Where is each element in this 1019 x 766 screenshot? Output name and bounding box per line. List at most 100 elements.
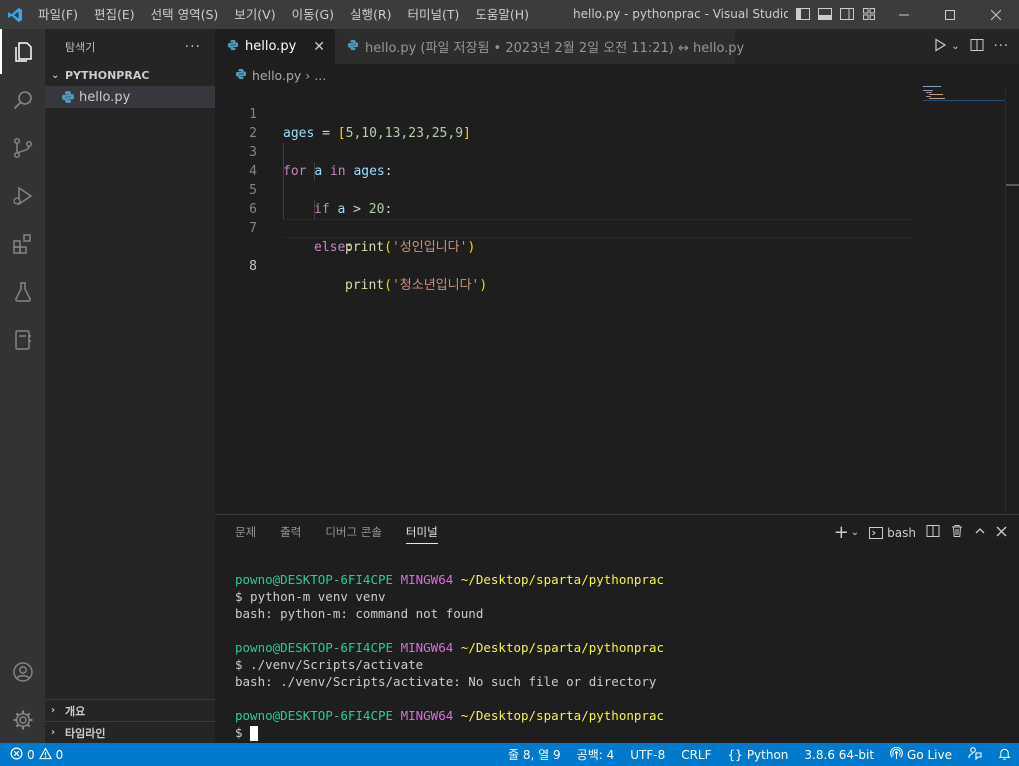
testing-flask-icon[interactable]	[0, 269, 45, 314]
split-editor-icon[interactable]	[970, 38, 984, 56]
python-file-icon	[61, 90, 77, 104]
python-file-icon	[235, 68, 247, 83]
menu-file[interactable]: 파일(F)	[30, 0, 86, 29]
kill-terminal-trash-icon[interactable]	[950, 524, 964, 541]
code-token: else	[314, 240, 346, 255]
maximize-icon[interactable]	[927, 0, 973, 29]
minimap[interactable]	[923, 86, 1005, 106]
terminal-user-host: powno@DESKTOP-6FI4CPE	[235, 572, 394, 587]
toggle-panel-icon[interactable]	[817, 6, 833, 22]
menu-go[interactable]: 이동(G)	[284, 0, 342, 29]
notebook-icon[interactable]	[0, 317, 45, 362]
code-token: (	[384, 278, 392, 293]
file-name: hello.py	[79, 89, 131, 105]
terminal-shell-selector[interactable]: bash	[869, 526, 916, 540]
terminal-user-host: powno@DESKTOP-6FI4CPE	[235, 640, 394, 655]
terminal-output-line: bash: ./venv/Scripts/activate: No such f…	[235, 674, 657, 689]
problems-status[interactable]: 0 0	[0, 746, 64, 763]
toggle-primary-sidebar-icon[interactable]	[795, 6, 811, 22]
menu-terminal[interactable]: 터미널(T)	[400, 0, 468, 29]
menu-help[interactable]: 도움말(H)	[467, 0, 537, 29]
indent-guide	[314, 200, 315, 219]
outline-section-header[interactable]: › 개요	[45, 699, 215, 721]
overview-ruler[interactable]	[1005, 86, 1019, 514]
code-token: )	[479, 278, 488, 293]
terminal-output[interactable]: powno@DESKTOP-6FI4CPE MINGW64 ~/Desktop/…	[235, 571, 664, 741]
chevron-down-icon[interactable]: ⌄	[851, 527, 859, 538]
menu-selection[interactable]: 선택 영역(S)	[143, 0, 227, 29]
braces-icon: {}	[727, 747, 743, 762]
tab-terminal[interactable]: 터미널	[405, 515, 438, 550]
more-actions-icon[interactable]: ···	[185, 39, 201, 55]
indentation[interactable]: 공백: 4	[569, 746, 623, 763]
tab-debug-console[interactable]: 디버그 콘솔	[325, 515, 382, 550]
tab-problems[interactable]: 문제	[235, 515, 256, 550]
maximize-panel-chevron-up-icon[interactable]	[974, 525, 986, 540]
close-window-icon[interactable]	[973, 0, 1019, 29]
notifications-bell-icon[interactable]	[990, 747, 1019, 763]
extensions-icon[interactable]	[0, 221, 45, 266]
terminal-blank	[235, 690, 664, 707]
explorer-header: 탐색기	[65, 40, 96, 54]
run-debug-icon[interactable]	[0, 173, 45, 218]
feedback-icon[interactable]	[960, 746, 990, 763]
editor-tabs: hello.py ✕ hello.py (파일 저장됨 • 2023년 2월 2…	[215, 29, 1019, 64]
code-token: print	[345, 278, 385, 293]
editor-area: hello.py ✕ hello.py (파일 저장됨 • 2023년 2월 2…	[215, 29, 1019, 514]
file-item-hello-py[interactable]: hello.py	[45, 86, 215, 108]
code-editor[interactable]: 1 ages = [5,10,13,23,25,9] 2 3 for a in …	[215, 86, 915, 293]
more-actions-icon[interactable]: ···	[994, 39, 1009, 54]
menu-edit[interactable]: 편집(E)	[86, 0, 143, 29]
terminal-input-line[interactable]: $	[235, 724, 664, 741]
code-token: (	[384, 240, 392, 255]
tab-hello-py-compare[interactable]: hello.py (파일 저장됨 • 2023년 2월 2일 오전 11:21)…	[335, 29, 744, 64]
breadcrumb-more[interactable]: ...	[314, 68, 326, 83]
current-line-highlight	[283, 219, 915, 238]
chevron-right-icon: ›	[305, 67, 311, 83]
encoding[interactable]: UTF-8	[622, 748, 673, 762]
status-bar: 0 0 줄 8, 열 9 공백: 4 UTF-8 CRLF {} Python …	[0, 743, 1019, 766]
tab-label: hello.py	[245, 39, 297, 54]
folder-section-header[interactable]: ⌄ PYTHONPRAC	[45, 64, 215, 86]
search-icon[interactable]	[0, 77, 45, 122]
language-mode[interactable]: {} Python	[720, 748, 797, 762]
source-control-icon[interactable]	[0, 125, 45, 170]
menu-view[interactable]: 보기(V)	[226, 0, 283, 29]
split-terminal-icon[interactable]	[926, 524, 940, 541]
outline-label: 개요	[65, 704, 86, 718]
error-icon	[10, 747, 23, 763]
python-file-icon	[347, 39, 359, 55]
settings-gear-icon[interactable]	[0, 697, 45, 742]
python-file-icon	[227, 39, 239, 55]
menu-run[interactable]: 실행(R)	[342, 0, 399, 29]
code-line: 6 else:	[215, 181, 915, 255]
terminal-path: ~/Desktop/sparta/pythonprac	[460, 640, 664, 655]
end-of-line[interactable]: CRLF	[673, 748, 719, 762]
terminal-prompt-line: powno@DESKTOP-6FI4CPE MINGW64 ~/Desktop/…	[235, 639, 664, 656]
timeline-section-header[interactable]: › 타임라인	[45, 721, 215, 743]
chevron-down-icon[interactable]: ⌄	[951, 41, 959, 52]
new-terminal-plus-icon[interactable]: +	[834, 522, 849, 543]
customize-layout-icon[interactable]	[861, 6, 877, 22]
cursor-position[interactable]: 줄 8, 열 9	[500, 746, 569, 763]
run-python-file-icon[interactable]	[933, 37, 947, 56]
terminal-prompt: $	[235, 725, 251, 740]
tab-output[interactable]: 출력	[280, 515, 301, 550]
terminal-icon	[869, 526, 884, 539]
minimize-icon[interactable]	[881, 0, 927, 29]
window-title: hello.py - pythonprac - Visual Studio C.…	[573, 7, 788, 21]
account-icon[interactable]	[0, 649, 45, 694]
explorer-icon[interactable]	[0, 29, 45, 74]
close-tab-icon[interactable]: ✕	[313, 39, 325, 55]
terminal-path: ~/Desktop/sparta/pythonprac	[460, 708, 664, 723]
tab-hello-py[interactable]: hello.py ✕	[215, 29, 335, 64]
toggle-secondary-sidebar-icon[interactable]	[839, 6, 855, 22]
line-number: 8	[249, 259, 257, 274]
breadcrumb-file[interactable]: hello.py	[252, 68, 301, 83]
close-panel-icon[interactable]	[996, 526, 1007, 540]
shell-name: bash	[887, 525, 916, 540]
warning-count: 0	[55, 747, 64, 762]
python-interpreter[interactable]: 3.8.6 64-bit	[796, 748, 882, 762]
go-live-button[interactable]: Go Live	[882, 746, 960, 763]
terminal-blank	[235, 622, 664, 639]
